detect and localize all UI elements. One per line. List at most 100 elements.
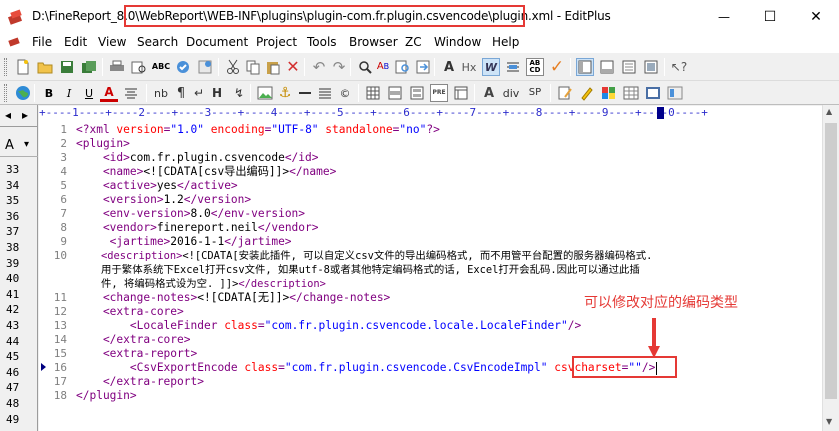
html-toolbar-help-icon[interactable] [666, 84, 684, 102]
char-code-item[interactable]: 34 [6, 179, 19, 192]
scroll-up-icon[interactable]: ▲ [826, 107, 832, 116]
char-code-item[interactable]: 41 [6, 288, 19, 301]
char-code-item[interactable]: 47 [6, 381, 19, 394]
list-icon[interactable] [316, 84, 334, 102]
find-icon[interactable] [356, 58, 374, 76]
char-code-item[interactable]: 33 [6, 163, 19, 176]
hex-view-icon[interactable]: Hx [460, 58, 478, 76]
output-window-icon[interactable] [598, 58, 616, 76]
title-bar[interactable]: D:\FineReport_8.0\WebReport\WEB-INF\plug… [0, 0, 839, 33]
hr-icon[interactable] [296, 84, 314, 102]
char-code-item[interactable]: 35 [6, 194, 19, 207]
find-in-files-icon[interactable] [394, 58, 412, 76]
anchor-button[interactable]: ⚓ [276, 84, 294, 102]
menu-search[interactable]: Search [137, 35, 178, 49]
help-icon[interactable]: ↖? [670, 58, 688, 76]
menu-zc[interactable]: ZC [405, 35, 422, 49]
div-button[interactable]: div [502, 84, 520, 102]
redo-icon[interactable]: ↷ [330, 58, 348, 76]
line-number-icon[interactable] [504, 58, 522, 76]
paragraph-button[interactable]: ¶ [172, 84, 190, 102]
menu-document[interactable]: Document [186, 35, 248, 49]
font-selector[interactable]: A ▾ [0, 135, 38, 157]
bold-button[interactable]: B [40, 84, 58, 102]
nav-right-arrow[interactable]: ▸ [22, 108, 28, 122]
maximize-button[interactable]: ☐ [747, 0, 793, 33]
char-code-item[interactable]: 36 [6, 210, 19, 223]
font-select-icon[interactable]: A [440, 58, 458, 76]
span-button[interactable]: SP [526, 84, 544, 102]
document-icon[interactable] [6, 36, 22, 50]
table-row-icon[interactable] [386, 84, 404, 102]
align-center-icon[interactable] [122, 84, 140, 102]
code-content[interactable]: <?xml version="1.0" encoding="UTF-8" sta… [76, 120, 816, 431]
directory-window-icon[interactable] [576, 58, 594, 76]
br-icon[interactable]: ↵ [190, 84, 208, 102]
minimize-button[interactable]: — [701, 0, 747, 33]
print-preview-icon[interactable] [130, 58, 148, 76]
close-button[interactable]: ✕ [793, 0, 839, 33]
copyright-icon[interactable]: © [336, 84, 354, 102]
menu-file[interactable]: File [32, 35, 52, 49]
open-folder-icon[interactable] [36, 58, 54, 76]
nav-left-arrow[interactable]: ◂ [5, 108, 11, 122]
word-wrap-icon[interactable]: W [482, 58, 500, 76]
vertical-scrollbar[interactable]: ▲ ▼ [822, 105, 839, 431]
print-icon[interactable] [108, 58, 126, 76]
menu-help[interactable]: Help [492, 35, 519, 49]
font-size-button[interactable]: A [480, 84, 498, 102]
char-code-item[interactable]: 44 [6, 335, 19, 348]
frame-icon[interactable] [452, 84, 470, 102]
delete-icon[interactable]: ✕ [284, 58, 302, 76]
new-file-icon[interactable] [14, 58, 32, 76]
char-code-item[interactable]: 48 [6, 397, 19, 410]
menu-browser[interactable]: Browser [349, 35, 398, 49]
style-icon[interactable] [556, 84, 574, 102]
char-code-item[interactable]: 45 [6, 350, 19, 363]
italic-button[interactable]: I [60, 84, 78, 102]
menu-tools[interactable]: Tools [307, 35, 337, 49]
cliptext-icon[interactable] [620, 58, 638, 76]
color-picker-icon[interactable] [600, 84, 618, 102]
goto-icon[interactable] [414, 58, 432, 76]
nbsp-button[interactable]: nb [152, 84, 170, 102]
checkmark-icon[interactable]: ✓ [548, 58, 566, 76]
globe-icon[interactable] [14, 84, 32, 102]
char-code-item[interactable]: 49 [6, 413, 19, 426]
save-all-icon[interactable] [80, 58, 98, 76]
comment-icon[interactable]: ↯ [230, 84, 248, 102]
font-color-button[interactable]: A [100, 84, 118, 102]
save-icon[interactable] [58, 58, 76, 76]
char-code-item[interactable]: 39 [6, 257, 19, 270]
full-screen-icon[interactable] [642, 58, 660, 76]
underline-button[interactable]: U [80, 84, 98, 102]
spell-check-icon[interactable]: ABC [152, 58, 170, 76]
menu-view[interactable]: View [98, 35, 126, 49]
menu-project[interactable]: Project [256, 35, 297, 49]
form-icon[interactable] [408, 84, 426, 102]
pre-button[interactable]: PRE [430, 84, 448, 102]
menu-edit[interactable]: Edit [64, 35, 87, 49]
script-icon[interactable] [578, 84, 596, 102]
image-icon[interactable] [256, 84, 274, 102]
paste-icon[interactable] [264, 58, 282, 76]
heading-button[interactable]: H [208, 84, 226, 102]
column-select-icon[interactable]: AB CD [526, 58, 544, 76]
table-icon[interactable] [364, 84, 382, 102]
copy-icon[interactable] [244, 58, 262, 76]
char-code-item[interactable]: 38 [6, 241, 19, 254]
char-code-item[interactable]: 37 [6, 225, 19, 238]
browser-preview-icon[interactable] [196, 58, 214, 76]
char-code-item[interactable]: 43 [6, 319, 19, 332]
code-editor[interactable]: 1 2 3 4 5 6 7 8 9 10 11 12 13 14 15 16 17 18 <?xml versio… [39, 120, 822, 431]
char-code-item[interactable]: 46 [6, 366, 19, 379]
clip-library-icon[interactable] [644, 84, 662, 102]
cut-icon[interactable] [224, 58, 242, 76]
undo-icon[interactable]: ↶ [310, 58, 328, 76]
scroll-down-icon[interactable]: ▼ [826, 417, 832, 426]
menu-window[interactable]: Window [434, 35, 481, 49]
replace-icon[interactable]: AB [374, 58, 392, 76]
scrollbar-thumb[interactable] [825, 123, 837, 399]
char-code-item[interactable]: 42 [6, 303, 19, 316]
sync-icon[interactable] [174, 58, 192, 76]
